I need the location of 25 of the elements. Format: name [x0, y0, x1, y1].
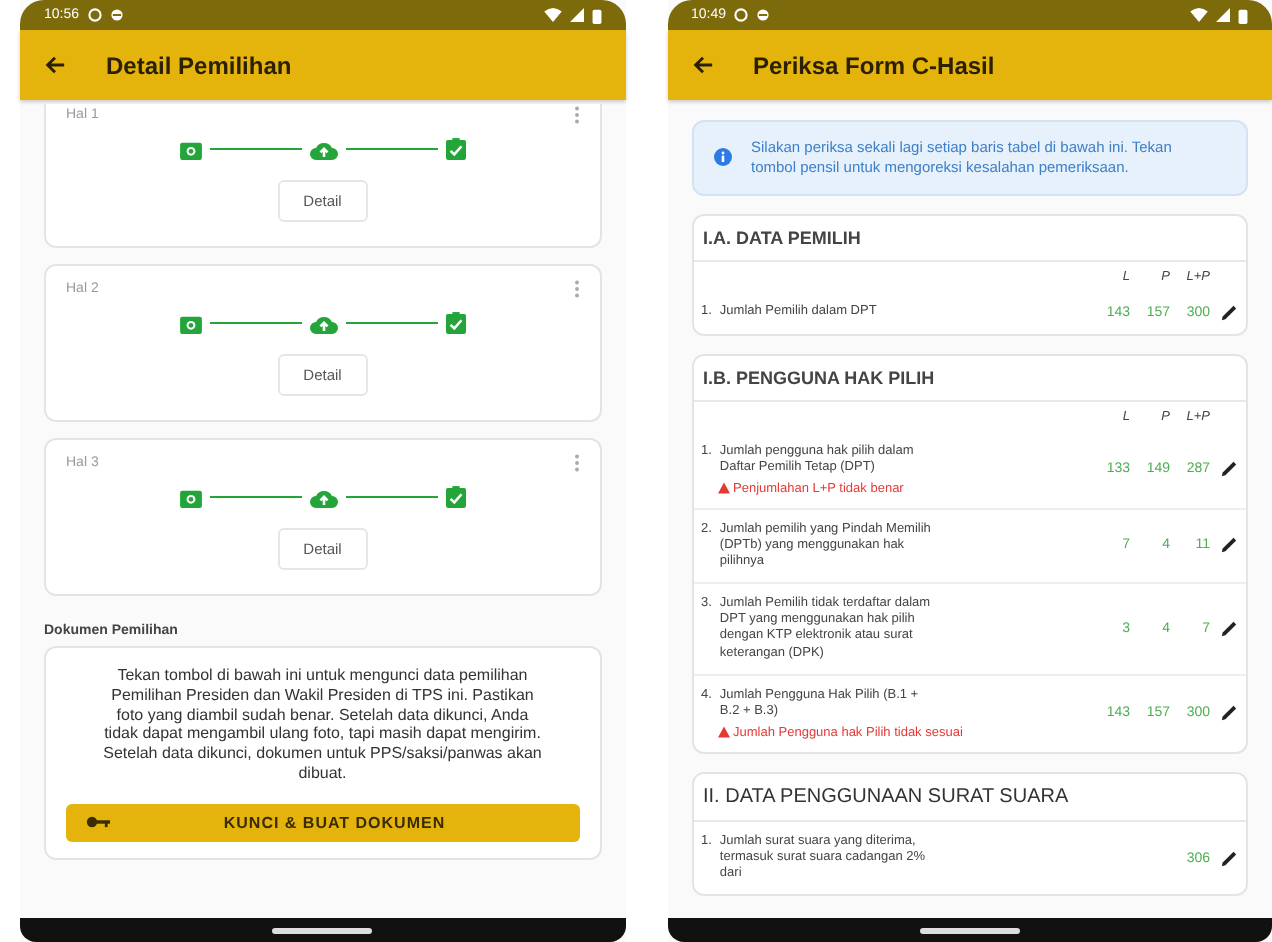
warning-icon — [717, 726, 729, 739]
home-indicator[interactable] — [272, 927, 373, 933]
warning-icon — [717, 482, 729, 495]
section-title: II. DATA PENGGUNAAN SURAT SUARA — [693, 773, 1246, 822]
edit-icon[interactable] — [1220, 460, 1238, 479]
screen-title: Periksa Form C-Hasil — [753, 51, 995, 79]
signal-icon — [1216, 8, 1230, 22]
battery-icon — [1238, 7, 1248, 23]
section-title: I.A. DATA PEMILIH — [693, 215, 1246, 261]
edit-icon[interactable] — [1220, 303, 1238, 321]
screen-title: Detail Pemilihan — [106, 51, 292, 79]
key-icon — [86, 816, 110, 828]
wifi-icon — [1190, 8, 1208, 22]
info-icon — [713, 148, 731, 166]
home-indicator[interactable] — [919, 927, 1020, 933]
battery-icon — [591, 7, 601, 23]
edit-icon[interactable] — [1220, 619, 1238, 638]
edit-icon[interactable] — [1220, 849, 1238, 868]
edit-icon[interactable] — [1220, 704, 1238, 723]
instruction-text: Tekan tombol di bawah ini untuk mengunci data pemilihan Pemilihan Presiden dan Wakil Presiden di TPS ini. Pastikan foto yang diambil sudah benar. Setelah data dikunci, Anda tidak dapat mengambil ulang foto, tapi masih dapat mengirim. Setelah data dikunci, dokumen untuk PPS/saksi/panwas akan dibuat. — [101, 666, 544, 783]
lock-document-button[interactable]: KUNCI & BUAT DOKUMEN — [66, 803, 579, 841]
wifi-icon — [543, 8, 561, 22]
section-title: I.B. PENGGUNA HAK PILIH — [693, 355, 1246, 401]
signal-icon — [569, 8, 583, 22]
edit-icon[interactable] — [1220, 536, 1238, 555]
